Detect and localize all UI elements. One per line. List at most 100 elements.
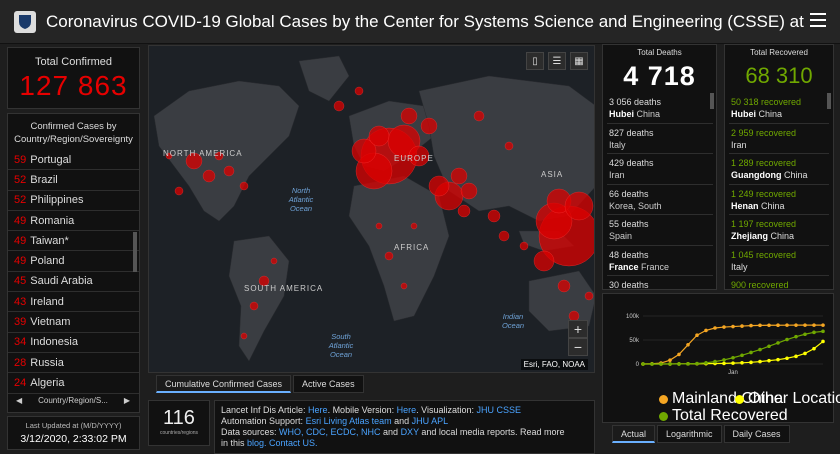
series-point-0[interactable] xyxy=(776,323,780,328)
case-bubble[interactable] xyxy=(174,186,184,196)
zoom-in-button[interactable]: + xyxy=(568,320,588,338)
deaths-row[interactable]: 827 deaths Italy xyxy=(607,124,713,154)
case-bubble[interactable] xyxy=(487,209,501,223)
case-bubble[interactable] xyxy=(519,241,529,251)
series-point-2[interactable] xyxy=(758,347,762,352)
series-point-2[interactable] xyxy=(749,350,753,355)
series-point-2[interactable] xyxy=(803,332,807,337)
series-point-0[interactable] xyxy=(740,324,744,328)
series-point-1[interactable] xyxy=(749,360,753,365)
country-row[interactable]: 28 Russia xyxy=(8,353,139,374)
deaths-row[interactable]: 66 deaths Korea, South xyxy=(607,185,713,215)
jhu-apl-link[interactable]: JHU APL xyxy=(412,416,449,426)
series-point-1[interactable] xyxy=(758,359,762,364)
world-map[interactable]: NORTH AMERICA SOUTH AMERICA EUROPE AFRIC… xyxy=(148,45,595,373)
tab-actual[interactable]: Actual xyxy=(612,425,656,443)
case-bubble[interactable] xyxy=(333,100,345,112)
series-point-2[interactable] xyxy=(731,355,735,360)
series-point-2[interactable] xyxy=(785,337,789,342)
tab-active[interactable]: Active Cases xyxy=(293,375,364,393)
series-point-2[interactable] xyxy=(767,344,771,349)
series-point-2[interactable] xyxy=(722,358,726,362)
series-point-1[interactable] xyxy=(821,339,825,344)
country-row[interactable]: 49 Taiwan* xyxy=(8,231,139,252)
recovered-scrollbar[interactable] xyxy=(827,93,831,109)
dxy-link[interactable]: DXY xyxy=(401,427,419,437)
series-point-0[interactable] xyxy=(767,323,771,328)
case-bubble[interactable] xyxy=(368,125,390,147)
series-point-1[interactable] xyxy=(731,361,735,365)
country-row[interactable]: 49 Romania xyxy=(8,211,139,232)
series-point-2[interactable] xyxy=(659,362,663,366)
series-point-2[interactable] xyxy=(641,362,645,366)
country-row[interactable]: 49 Poland xyxy=(8,251,139,272)
tab-logarithmic[interactable]: Logarithmic xyxy=(657,425,722,443)
country-row[interactable]: 43 Ireland xyxy=(8,292,139,313)
deaths-row[interactable]: 3 056 deaths Hubei China xyxy=(607,93,713,124)
prev-page-icon[interactable]: ◀ xyxy=(16,396,22,405)
case-bubble[interactable] xyxy=(239,181,249,191)
series-point-2[interactable] xyxy=(668,362,672,366)
series-point-0[interactable] xyxy=(722,325,726,329)
series-point-2[interactable] xyxy=(794,334,798,339)
series-point-1[interactable] xyxy=(776,357,780,362)
case-bubble[interactable] xyxy=(240,332,248,340)
deaths-scrollbar[interactable] xyxy=(710,93,714,109)
series-point-2[interactable] xyxy=(740,353,744,358)
case-bubble[interactable] xyxy=(354,86,364,96)
series-point-2[interactable] xyxy=(821,329,825,334)
case-bubble[interactable] xyxy=(450,167,468,185)
series-point-0[interactable] xyxy=(812,323,816,327)
deaths-row[interactable]: 429 deaths Iran xyxy=(607,154,713,185)
recovered-list[interactable]: 50 318 recovered Hubei China 2 959 recover… xyxy=(729,93,829,289)
series-point-1[interactable] xyxy=(722,361,726,366)
sources-link[interactable]: WHO, CDC, ECDC, NHC xyxy=(279,427,381,437)
case-bubble[interactable] xyxy=(202,169,216,183)
recovered-row[interactable]: 2 959 recovered Iran xyxy=(729,124,829,154)
case-bubble[interactable] xyxy=(400,107,418,125)
deaths-list[interactable]: 3 056 deaths Hubei China 827 deaths Italy 42… xyxy=(607,93,713,289)
mobile-link[interactable]: Here xyxy=(397,405,417,415)
case-bubble[interactable] xyxy=(473,110,485,122)
series-point-0[interactable] xyxy=(731,324,735,329)
series-point-0[interactable] xyxy=(794,323,798,327)
case-bubble[interactable] xyxy=(270,257,278,265)
case-bubble[interactable] xyxy=(498,230,510,242)
grid-icon[interactable]: ▦ xyxy=(570,52,588,70)
case-bubble[interactable] xyxy=(420,117,438,135)
country-list-panel[interactable]: Confirmed Cases by Country/Region/Sovere… xyxy=(7,113,140,413)
series-point-2[interactable] xyxy=(677,362,681,366)
recovered-row[interactable]: 50 318 recovered Hubei China xyxy=(729,93,829,124)
recovered-row[interactable]: 1 289 recovered Guangdong China xyxy=(729,154,829,185)
zoom-out-button[interactable]: − xyxy=(568,338,588,356)
country-row[interactable]: 45 Saudi Arabia xyxy=(8,272,139,293)
recovered-row[interactable]: 900 recovered xyxy=(729,276,829,289)
series-point-1[interactable] xyxy=(785,356,789,361)
series-point-0[interactable] xyxy=(749,323,753,328)
deaths-row[interactable]: 55 deaths Spain xyxy=(607,215,713,246)
series-point-1[interactable] xyxy=(767,358,771,363)
case-bubble[interactable] xyxy=(410,222,418,230)
case-bubble[interactable] xyxy=(375,222,383,230)
tab-cumulative[interactable]: Cumulative Confirmed Cases xyxy=(156,375,292,393)
blog-link[interactable]: blog. Contact US. xyxy=(247,438,318,448)
case-bubble[interactable] xyxy=(557,279,571,293)
recovered-row[interactable]: 1 197 recovered Zhejiang China xyxy=(729,215,829,246)
series-point-0[interactable] xyxy=(785,323,789,327)
recovered-row[interactable]: 1 249 recovered Henan China xyxy=(729,185,829,215)
case-bubble[interactable] xyxy=(223,165,235,177)
esri-link[interactable]: Esri Living Atlas team xyxy=(306,416,392,426)
case-bubble[interactable] xyxy=(460,182,478,200)
case-bubble[interactable] xyxy=(504,141,514,151)
case-bubble[interactable] xyxy=(400,282,408,290)
series-point-0[interactable] xyxy=(821,323,825,327)
menu-icon[interactable] xyxy=(810,13,826,29)
case-bubble[interactable] xyxy=(584,291,594,301)
series-point-2[interactable] xyxy=(704,361,708,365)
tab-daily-cases[interactable]: Daily Cases xyxy=(723,425,790,443)
series-point-0[interactable] xyxy=(686,343,690,347)
case-bubble[interactable] xyxy=(249,301,259,311)
series-point-0[interactable] xyxy=(668,358,672,362)
deaths-row[interactable]: 48 deaths France France xyxy=(607,246,713,276)
series-point-2[interactable] xyxy=(812,330,816,335)
